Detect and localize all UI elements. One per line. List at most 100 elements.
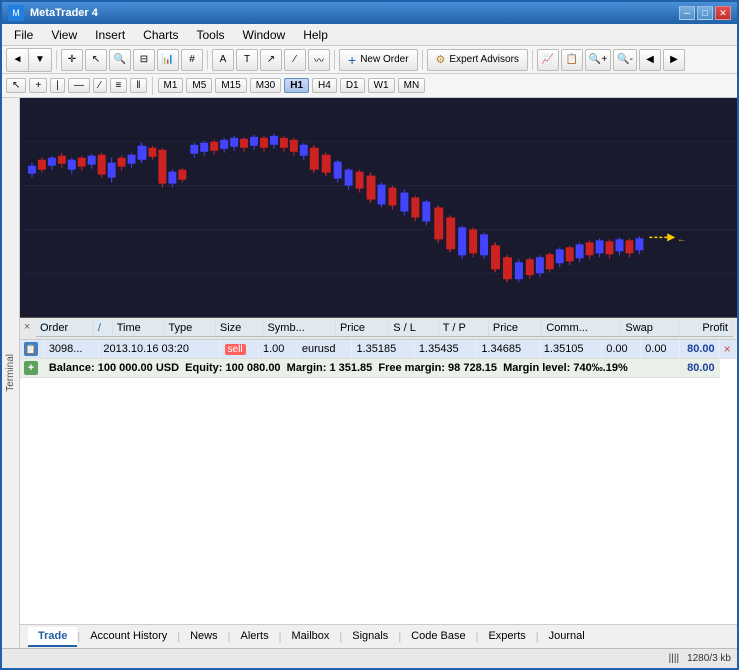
candlestick-chart: ← bbox=[20, 98, 737, 317]
title-bar-text: MetaTrader 4 bbox=[30, 7, 98, 19]
order-icon: 📋 bbox=[24, 342, 38, 356]
col-tp: T / P bbox=[438, 320, 488, 337]
arrow-btn[interactable]: ↖ bbox=[85, 49, 107, 71]
delete-icon[interactable]: × bbox=[724, 342, 731, 356]
scroll-right[interactable]: ▶ bbox=[663, 49, 685, 71]
tab-account-history[interactable]: Account History bbox=[80, 627, 177, 647]
text-btn[interactable]: A bbox=[212, 49, 234, 71]
order-delete[interactable]: × bbox=[719, 340, 736, 359]
close-button[interactable]: ✕ bbox=[715, 6, 731, 20]
arrow2-btn[interactable]: ↗ bbox=[260, 49, 282, 71]
side-tab-label[interactable]: Terminal bbox=[3, 350, 18, 396]
tab-journal[interactable]: Journal bbox=[539, 627, 595, 647]
menu-insert[interactable]: Insert bbox=[87, 26, 133, 44]
period-sep-tool[interactable]: ‖ bbox=[130, 78, 146, 93]
tf-m30[interactable]: M30 bbox=[250, 78, 281, 93]
tf-h1[interactable]: H1 bbox=[284, 78, 309, 93]
balance-label: Balance: 100 000.00 USD Equity: 100 080.… bbox=[49, 362, 628, 374]
status-memory: 1280/3 kb bbox=[687, 653, 731, 664]
order-tp: 1.34685 bbox=[477, 340, 539, 359]
order-profit: 80.00 bbox=[680, 340, 719, 359]
col-time: Time bbox=[112, 320, 164, 337]
col-order: Order bbox=[36, 320, 93, 337]
tf-m15[interactable]: M15 bbox=[215, 78, 246, 93]
zoom-out-btn[interactable]: ⊟ bbox=[133, 49, 155, 71]
order-price: 1.35185 bbox=[352, 340, 414, 359]
nav-dropdown[interactable]: ▼ bbox=[29, 49, 51, 71]
menu-help[interactable]: Help bbox=[295, 26, 336, 44]
content-area: Terminal bbox=[2, 98, 737, 648]
grid-btn[interactable]: # bbox=[181, 49, 203, 71]
app-icon: M bbox=[8, 5, 24, 21]
order-sl: 1.35435 bbox=[414, 340, 476, 359]
new-order-button[interactable]: + New Order bbox=[339, 49, 418, 71]
tab-experts[interactable]: Experts bbox=[478, 627, 535, 647]
tab-trade[interactable]: Trade bbox=[28, 627, 77, 647]
tf-w1[interactable]: W1 bbox=[368, 78, 395, 93]
bottom-tabs: Trade | Account History | News | Alerts … bbox=[20, 624, 737, 648]
zoom-in-btn[interactable]: 🔍 bbox=[109, 49, 131, 71]
nav-left[interactable]: ◄ bbox=[7, 49, 29, 71]
minimize-button[interactable]: ─ bbox=[679, 6, 695, 20]
col-symbol: Symb... bbox=[263, 320, 335, 337]
select-tool[interactable]: ↖ bbox=[6, 78, 26, 93]
indicators-btn[interactable]: 📈 bbox=[537, 49, 559, 71]
main-toolbar: ◄ ▼ ✛ ↖ 🔍 ⊟ 📊 # A T ↗ ⁄ 〰 + New Order ⚙ … bbox=[2, 46, 737, 74]
menu-bar: File View Insert Charts Tools Window Hel… bbox=[2, 24, 737, 46]
menu-view[interactable]: View bbox=[43, 26, 85, 44]
tab-alerts[interactable]: Alerts bbox=[230, 627, 278, 647]
tf-d1[interactable]: D1 bbox=[340, 78, 365, 93]
order-swap: 0.00 bbox=[641, 340, 680, 359]
menu-file[interactable]: File bbox=[6, 26, 41, 44]
col-size: Size bbox=[215, 320, 263, 337]
trendline-tool[interactable]: ⁄ bbox=[93, 78, 107, 93]
tf-mn[interactable]: MN bbox=[398, 78, 426, 93]
hline-tool[interactable]: — bbox=[68, 78, 90, 93]
col-price: Price bbox=[335, 320, 388, 337]
order-number: 3098... bbox=[44, 340, 99, 359]
title-bar: M MetaTrader 4 ─ □ ✕ bbox=[2, 2, 737, 24]
sep1 bbox=[56, 50, 57, 70]
expert-advisors-button[interactable]: ⚙ Expert Advisors bbox=[427, 49, 528, 71]
table-row: 📋 3098... 2013.10.16 03:20 sell 1.00 eur… bbox=[20, 340, 737, 359]
ea-label: Expert Advisors bbox=[449, 54, 518, 65]
tf-h4[interactable]: H4 bbox=[312, 78, 337, 93]
line-btn[interactable]: ⁄ bbox=[284, 49, 306, 71]
col-current-price: Price bbox=[488, 320, 541, 337]
terminal-area: × Order / Time Type Size Symb... Price bbox=[20, 318, 737, 624]
vline-tool[interactable]: | bbox=[50, 78, 65, 93]
col-type: Type bbox=[164, 320, 215, 337]
zoom-chart-in[interactable]: 🔍+ bbox=[585, 49, 611, 71]
crosshair-tool[interactable]: + bbox=[29, 78, 47, 93]
signal-icon: |||| bbox=[669, 653, 679, 664]
maximize-button[interactable]: □ bbox=[697, 6, 713, 20]
chart-toolbar: ↖ + | — ⁄ ≡ ‖ M1 M5 M15 M30 H1 H4 D1 W1 … bbox=[2, 74, 737, 98]
wave-btn[interactable]: 〰 bbox=[308, 49, 330, 71]
menu-charts[interactable]: Charts bbox=[135, 26, 186, 44]
zoom-chart-out[interactable]: 🔍- bbox=[613, 49, 637, 71]
terminal-close[interactable]: × bbox=[24, 321, 30, 333]
fib-tool[interactable]: ≡ bbox=[110, 78, 128, 93]
chart-type-btn[interactable]: 📊 bbox=[157, 49, 179, 71]
terminal-header: × Order / Time Type Size Symb... Price bbox=[20, 318, 737, 340]
col-sort: / bbox=[93, 320, 112, 337]
tab-signals[interactable]: Signals bbox=[342, 627, 398, 647]
menu-tools[interactable]: Tools bbox=[189, 26, 233, 44]
order-icon-cell: 📋 bbox=[20, 340, 44, 359]
svg-text:←: ← bbox=[677, 233, 686, 243]
tab-code-base[interactable]: Code Base bbox=[401, 627, 475, 647]
tab-news[interactable]: News bbox=[180, 627, 228, 647]
templates-btn[interactable]: 📋 bbox=[561, 49, 583, 71]
title-bar-controls: ─ □ ✕ bbox=[679, 6, 731, 20]
tf-m5[interactable]: M5 bbox=[186, 78, 212, 93]
crosshair-btn[interactable]: ✛ bbox=[61, 49, 83, 71]
order-commission: 0.00 bbox=[602, 340, 641, 359]
plus-icon: + bbox=[24, 361, 38, 375]
scroll-left[interactable]: ◀ bbox=[639, 49, 661, 71]
chart-area[interactable]: ← bbox=[20, 98, 737, 318]
text2-btn[interactable]: T bbox=[236, 49, 258, 71]
order-type: sell bbox=[220, 340, 258, 359]
tf-m1[interactable]: M1 bbox=[158, 78, 184, 93]
tab-mailbox[interactable]: Mailbox bbox=[281, 627, 339, 647]
menu-window[interactable]: Window bbox=[235, 26, 294, 44]
